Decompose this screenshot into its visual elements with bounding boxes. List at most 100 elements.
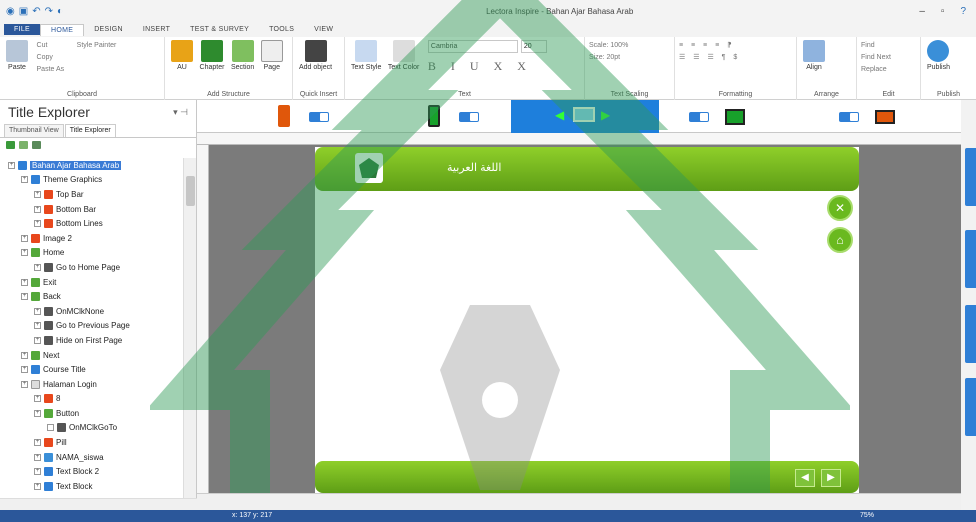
- tree-node[interactable]: + Top Bar: [0, 187, 182, 202]
- help-icon[interactable]: ?: [960, 6, 966, 17]
- tree-vertical-scrollbar[interactable]: [183, 158, 196, 498]
- save-icon[interactable]: ▣: [19, 6, 28, 17]
- tree-node[interactable]: + NAMA_siswa: [0, 450, 182, 465]
- school-logo[interactable]: [355, 153, 383, 183]
- add-all-button[interactable]: AU: [171, 40, 193, 71]
- tree-node[interactable]: + Button: [0, 406, 182, 421]
- copy-button[interactable]: Copy: [37, 52, 65, 64]
- back-button[interactable]: ◀: [795, 469, 815, 487]
- tree-expand-toggle[interactable]: +: [34, 220, 41, 228]
- collapse-icon[interactable]: [19, 141, 28, 149]
- add-page-button[interactable]: Page: [260, 40, 283, 71]
- redo-icon[interactable]: ↷: [45, 6, 53, 17]
- tree-node[interactable]: + Go to Previous Page: [0, 319, 182, 334]
- tab-view[interactable]: VIEW: [304, 24, 343, 35]
- tree-node[interactable]: + Text Block: [0, 479, 182, 494]
- phone-landscape-icon[interactable]: [428, 105, 440, 127]
- tree-node[interactable]: + Bottom Bar: [0, 202, 182, 217]
- tree-expand-toggle[interactable]: +: [21, 293, 28, 301]
- bottom-bar[interactable]: ◀ ▶: [315, 461, 859, 493]
- maximize-icon[interactable]: ▫: [941, 6, 945, 17]
- tree-expand-toggle[interactable]: +: [34, 205, 41, 213]
- add-section-button[interactable]: Section: [231, 40, 254, 71]
- add-chapter-button[interactable]: Chapter: [200, 40, 224, 71]
- tree-node[interactable]: + OnMClkNone: [0, 304, 182, 319]
- tree-node[interactable]: + Next: [0, 348, 182, 363]
- exit-button[interactable]: ✕: [827, 195, 853, 221]
- tree-node[interactable]: + Bottom Lines: [0, 216, 182, 231]
- tree-expand-toggle[interactable]: [47, 424, 54, 432]
- tree-expand-toggle[interactable]: +: [34, 336, 41, 344]
- filter-icon[interactable]: [32, 141, 41, 149]
- tree-expand-toggle[interactable]: +: [21, 366, 28, 374]
- find-button[interactable]: Find: [861, 40, 916, 52]
- replace-button[interactable]: Replace: [861, 64, 916, 76]
- tree-node[interactable]: + Bahan Ajar Bahasa Arab: [0, 158, 182, 173]
- align-button[interactable]: Align: [803, 40, 825, 71]
- tree-expand-toggle[interactable]: +: [34, 453, 41, 461]
- paste-as-button[interactable]: Paste As: [37, 64, 65, 76]
- list-buttons[interactable]: ☰ ☰ ☰ ¶ $: [679, 52, 792, 64]
- tree-expand-toggle[interactable]: +: [34, 307, 41, 315]
- tree-node[interactable]: + Text Block 2: [0, 464, 182, 479]
- tree-node[interactable]: + Go to Home Page: [0, 260, 182, 275]
- font-family-select[interactable]: Cambria: [427, 40, 518, 53]
- tree-node[interactable]: + Pill: [0, 435, 182, 450]
- tab-title-explorer[interactable]: Title Explorer: [64, 124, 116, 137]
- add-object-button[interactable]: Add object: [299, 40, 332, 71]
- text-color-button[interactable]: Text Color: [388, 40, 419, 71]
- phone-portrait-toggle[interactable]: [309, 112, 329, 122]
- size-value[interactable]: Size: 20pt: [589, 52, 670, 64]
- tablet-icon[interactable]: [725, 109, 745, 125]
- text-style-button[interactable]: Text Style: [351, 40, 381, 71]
- font-size-select[interactable]: 20: [520, 40, 547, 53]
- pin-icon[interactable]: ▾ ⊣: [173, 107, 188, 118]
- next-button[interactable]: ▶: [821, 469, 841, 487]
- tree-expand-toggle[interactable]: +: [34, 482, 41, 490]
- side-tab-2[interactable]: [965, 230, 976, 288]
- tab-file[interactable]: FILE: [4, 24, 40, 35]
- tab-design[interactable]: DESIGN: [84, 24, 133, 35]
- minimize-icon[interactable]: –: [919, 6, 925, 17]
- tree-expand-toggle[interactable]: +: [34, 468, 41, 476]
- cut-button[interactable]: Cut: [37, 40, 65, 52]
- side-tab-1[interactable]: [965, 148, 976, 206]
- tree-expand-toggle[interactable]: +: [21, 380, 28, 388]
- tree-node[interactable]: OnMClkGoTo: [0, 421, 182, 436]
- alignment-buttons[interactable]: ≡ ≡ ≡ ≡ ⁋: [679, 40, 792, 52]
- phone-landscape-toggle[interactable]: [459, 112, 479, 122]
- expand-icon[interactable]: [6, 141, 15, 149]
- tree-expand-toggle[interactable]: +: [34, 409, 41, 417]
- tab-home[interactable]: HOME: [39, 23, 85, 36]
- tree-expand-toggle[interactable]: +: [34, 395, 41, 403]
- tree-expand-toggle[interactable]: +: [21, 176, 28, 184]
- home-button[interactable]: ⌂: [827, 227, 853, 253]
- find-next-button[interactable]: Find Next: [861, 52, 916, 64]
- tablet-portrait-toggle[interactable]: [689, 112, 709, 122]
- tree-node[interactable]: + Back: [0, 289, 182, 304]
- paste-button[interactable]: Paste: [6, 40, 28, 71]
- tab-test-survey[interactable]: TEST & SURVEY: [180, 24, 259, 35]
- tree-node[interactable]: + Halaman Login: [0, 377, 182, 392]
- tree-expand-toggle[interactable]: +: [8, 161, 15, 169]
- tab-tools[interactable]: TOOLS: [259, 24, 304, 35]
- next-device-icon[interactable]: ▶: [601, 108, 610, 122]
- tree-expand-toggle[interactable]: +: [34, 263, 41, 271]
- tree-expand-toggle[interactable]: +: [21, 249, 28, 257]
- canvas-horizontal-scrollbar[interactable]: [197, 493, 961, 510]
- tree-node[interactable]: + Home: [0, 246, 182, 261]
- tree-node[interactable]: +8: [0, 392, 182, 407]
- tab-thumbnail-view[interactable]: Thumbnail View: [4, 124, 64, 137]
- tree-node[interactable]: + Hide on First Page: [0, 333, 182, 348]
- tree-expand-toggle[interactable]: +: [34, 322, 41, 330]
- tree-expand-toggle[interactable]: +: [21, 351, 28, 359]
- course-title[interactable]: اللغة العربية: [447, 161, 501, 174]
- phone-portrait-icon[interactable]: [278, 105, 290, 127]
- desktop-device-selected[interactable]: ◀ ▶: [511, 100, 659, 133]
- tree-node[interactable]: + Exit: [0, 275, 182, 290]
- tablet-landscape-icon[interactable]: [875, 110, 895, 124]
- tree-expand-toggle[interactable]: +: [21, 234, 28, 242]
- tablet-landscape-toggle[interactable]: [839, 112, 859, 122]
- tree-node[interactable]: + Image 2: [0, 231, 182, 246]
- style-painter-button[interactable]: Style Painter: [77, 42, 117, 49]
